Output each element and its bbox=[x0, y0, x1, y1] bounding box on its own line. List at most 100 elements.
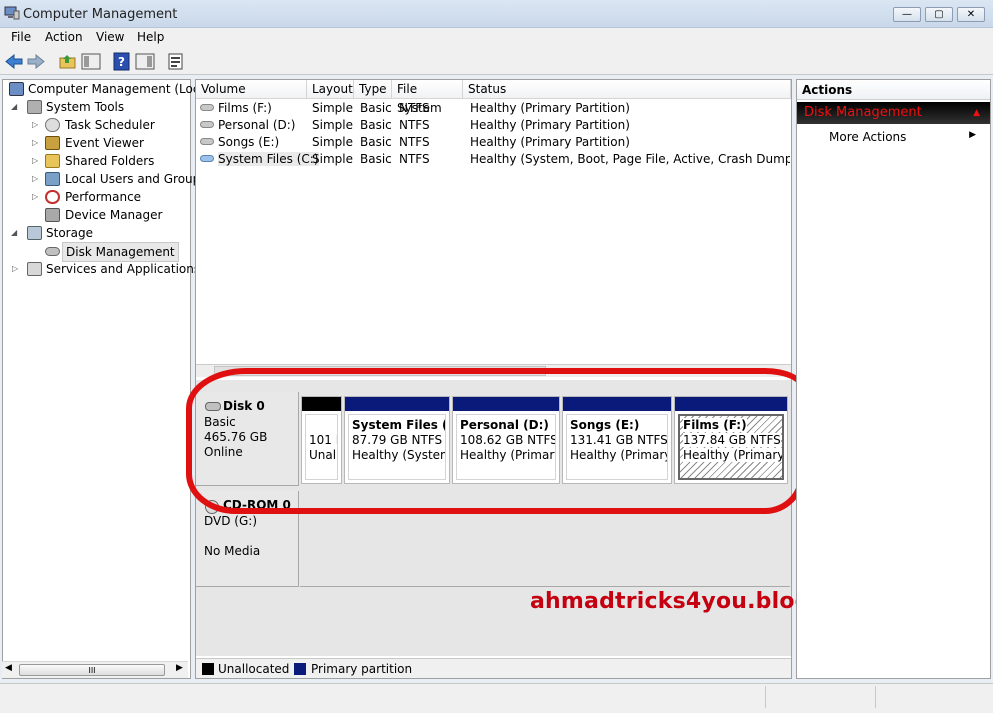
volume-icon bbox=[200, 121, 214, 128]
cd-icon bbox=[205, 500, 219, 514]
shared-folder-icon bbox=[45, 154, 60, 168]
menu-help[interactable]: Help bbox=[137, 30, 164, 44]
services-icon bbox=[27, 262, 42, 276]
legend-swatch-unallocated bbox=[202, 663, 214, 675]
storage-icon bbox=[27, 226, 42, 240]
disk-graphical-view: Disk 0 Basic 465.76 GB Online 101 M Unal… bbox=[196, 380, 791, 656]
menu-file[interactable]: File bbox=[11, 30, 31, 44]
menu-view[interactable]: View bbox=[96, 30, 124, 44]
disk-icon bbox=[45, 247, 60, 256]
show-hide-tree-icon[interactable] bbox=[81, 52, 101, 71]
partition-color-bar bbox=[675, 397, 787, 411]
partition-color-bar bbox=[345, 397, 449, 411]
disk-0-type: Basic bbox=[204, 415, 236, 429]
minimize-icon: — bbox=[902, 9, 912, 20]
help-icon[interactable]: ? bbox=[112, 52, 132, 71]
tree-item-storage[interactable]: ◢ Storage bbox=[3, 224, 189, 242]
column-header-volume[interactable]: Volume bbox=[196, 80, 307, 99]
tree-item-task-scheduler[interactable]: ▷ Task Scheduler bbox=[3, 116, 189, 134]
partition-unallocated[interactable]: 101 M Unall bbox=[301, 396, 342, 484]
collapsed-arrow-icon[interactable]: ▷ bbox=[32, 134, 41, 152]
table-horizontal-scrollbar[interactable]: III bbox=[196, 364, 791, 377]
tree-item-computer-management[interactable]: Computer Management (Local bbox=[5, 80, 210, 98]
scroll-left-icon[interactable]: ◀ bbox=[5, 663, 12, 673]
title-bar: Computer Management — ▢ ✕ bbox=[0, 0, 993, 28]
svg-text:?: ? bbox=[118, 55, 125, 69]
more-actions-item[interactable]: More Actions bbox=[829, 130, 906, 144]
disk-0-size: 465.76 GB bbox=[204, 430, 268, 444]
partition-color-bar bbox=[563, 397, 671, 411]
forward-arrow-icon[interactable] bbox=[26, 52, 46, 71]
legend-swatch-primary bbox=[294, 663, 306, 675]
volume-icon bbox=[200, 104, 214, 111]
collapsed-arrow-icon[interactable]: ▷ bbox=[32, 152, 41, 170]
partition-system-files[interactable]: System Files (C:) 87.79 GB NTFS Healthy … bbox=[344, 396, 450, 484]
computer-management-icon bbox=[4, 6, 20, 20]
event-viewer-icon bbox=[45, 136, 60, 150]
column-header-layout[interactable]: Layout bbox=[307, 80, 354, 99]
tree-item-performance[interactable]: ▷ Performance bbox=[3, 188, 189, 206]
disk-0-state: Online bbox=[204, 445, 243, 459]
up-folder-icon[interactable] bbox=[58, 52, 78, 71]
window-title: Computer Management bbox=[23, 7, 178, 22]
disk-0-header[interactable]: Disk 0 Basic 465.76 GB Online bbox=[196, 392, 299, 486]
status-divider bbox=[765, 686, 766, 708]
tree-horizontal-scrollbar[interactable]: ◀ III ▶ bbox=[2, 661, 188, 678]
table-row[interactable]: Films (F:) Simple Basic NTFS Healthy (Pr… bbox=[196, 100, 791, 117]
minimize-button[interactable]: — bbox=[893, 7, 921, 22]
cdrom-type: DVD (G:) bbox=[204, 514, 257, 528]
back-arrow-icon[interactable] bbox=[4, 52, 24, 71]
tree-item-shared-folders[interactable]: ▷ Shared Folders bbox=[3, 152, 189, 170]
scroll-right-icon[interactable]: ▶ bbox=[176, 663, 183, 673]
cdrom-area bbox=[300, 491, 790, 587]
tree-item-event-viewer[interactable]: ▷ Event Viewer bbox=[3, 134, 189, 152]
tree-item-disk-management[interactable]: Disk Management bbox=[3, 242, 189, 262]
scroll-thumb[interactable]: III bbox=[19, 664, 165, 676]
collapsed-arrow-icon[interactable]: ▷ bbox=[32, 116, 41, 134]
column-header-status[interactable]: Status bbox=[463, 80, 791, 99]
collapsed-arrow-icon[interactable]: ▷ bbox=[12, 260, 21, 278]
legend-unallocated: Unallocated bbox=[218, 662, 290, 676]
expanded-arrow-icon[interactable]: ◢ bbox=[11, 98, 20, 116]
table-row[interactable]: System Files (C:) Simple Basic NTFS Heal… bbox=[196, 151, 791, 168]
device-manager-icon bbox=[45, 208, 60, 222]
collapsed-arrow-icon[interactable]: ▷ bbox=[32, 170, 41, 188]
partition-songs[interactable]: Songs (E:) 131.41 GB NTFS Healthy (Prima… bbox=[562, 396, 672, 484]
menu-action[interactable]: Action bbox=[45, 30, 83, 44]
toolbar: ? bbox=[0, 48, 993, 75]
collapsed-arrow-icon[interactable]: ▷ bbox=[32, 188, 41, 206]
cdrom-media: No Media bbox=[204, 544, 261, 558]
properties-icon[interactable] bbox=[166, 52, 186, 71]
cdrom-name: CD-ROM 0 bbox=[223, 498, 291, 512]
table-row[interactable]: Personal (D:) Simple Basic NTFS Healthy … bbox=[196, 117, 791, 134]
maximize-icon: ▢ bbox=[934, 9, 944, 20]
menu-bar: File Action View Help bbox=[0, 28, 993, 48]
maximize-button[interactable]: ▢ bbox=[925, 7, 953, 22]
tree-item-local-users[interactable]: ▷ Local Users and Groups bbox=[3, 170, 207, 188]
partition-personal[interactable]: Personal (D:) 108.62 GB NTFS Healthy (Pr… bbox=[452, 396, 560, 484]
close-button[interactable]: ✕ bbox=[957, 7, 985, 22]
column-header-type[interactable]: Type bbox=[354, 80, 392, 99]
tree-item-device-manager[interactable]: Device Manager bbox=[3, 206, 189, 224]
show-hide-action-pane-icon[interactable] bbox=[135, 52, 155, 71]
submenu-arrow-icon[interactable]: ▶ bbox=[969, 130, 976, 140]
tree-item-system-tools[interactable]: ◢ System Tools bbox=[3, 98, 189, 116]
actions-header: Actions bbox=[797, 80, 990, 100]
partition-films[interactable]: Films (F:) 137.84 GB NTFS Healthy (Prima… bbox=[674, 396, 788, 484]
users-icon bbox=[45, 172, 60, 186]
tree-item-services[interactable]: ▷ Services and Applications bbox=[3, 260, 200, 278]
actions-pane: Actions Disk Management ▲ More Actions ▶ bbox=[796, 79, 991, 679]
actions-section-disk-management[interactable]: Disk Management ▲ bbox=[797, 102, 990, 124]
legend-bar: Unallocated Primary partition bbox=[196, 658, 791, 678]
table-row[interactable]: Songs (E:) Simple Basic NTFS Healthy (Pr… bbox=[196, 134, 791, 151]
disk-icon bbox=[205, 402, 221, 411]
clock-icon bbox=[45, 118, 60, 132]
tools-icon bbox=[27, 100, 42, 114]
scroll-thumb[interactable]: III bbox=[214, 366, 546, 376]
column-header-file-system[interactable]: File System bbox=[392, 80, 463, 115]
expanded-arrow-icon[interactable]: ◢ bbox=[11, 224, 20, 242]
computer-icon bbox=[9, 82, 24, 96]
collapse-arrow-icon[interactable]: ▲ bbox=[973, 102, 980, 124]
cdrom-0-header[interactable]: CD-ROM 0 DVD (G:) No Media bbox=[196, 491, 299, 587]
status-divider bbox=[875, 686, 876, 708]
